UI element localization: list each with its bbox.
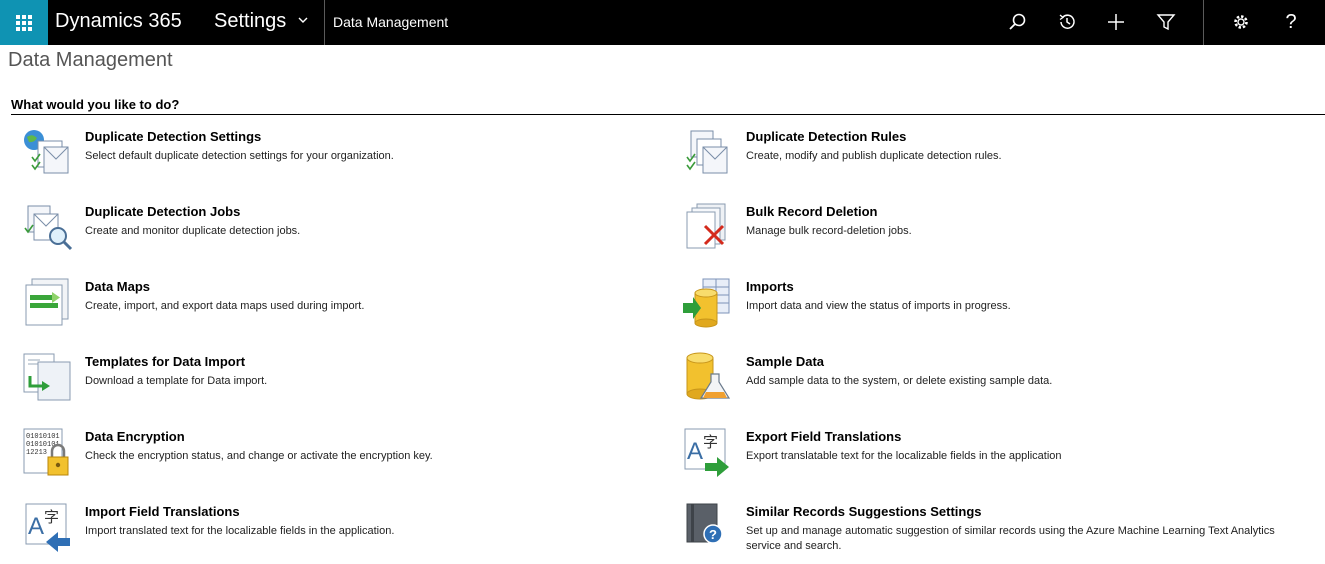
area-switcher[interactable]: Settings <box>214 0 286 45</box>
help-icon[interactable]: ? <box>1279 10 1303 34</box>
tile-description: Export translatable text for the localiz… <box>746 450 1062 462</box>
tile-title[interactable]: Templates for Data Import <box>85 354 245 369</box>
top-nav-bar: Dynamics 365 Settings Data Management ? <box>0 0 1325 45</box>
tile-description: Create, modify and publish duplicate det… <box>746 150 1002 162</box>
duplicate-detection-jobs-icon <box>24 205 73 251</box>
tile-title[interactable]: Export Field Translations <box>746 429 901 444</box>
tile-description: Set up and manage automatic suggestion o… <box>746 525 1275 552</box>
tile-export-field-translations[interactable]: A 字 Export Field Translations Export tra… <box>683 427 1313 479</box>
templates-icon <box>23 353 71 401</box>
sample-data-icon <box>686 352 731 400</box>
similar-records-glyph: ? <box>709 527 717 542</box>
tile-description: Create and monitor duplicate detection j… <box>85 225 301 237</box>
tile-title[interactable]: Duplicate Detection Settings <box>85 129 261 144</box>
import-translations-icon: A 字 <box>25 503 70 552</box>
filter-icon[interactable] <box>1154 10 1178 34</box>
tile-duplicate-detection-jobs[interactable]: Duplicate Detection Jobs Create and moni… <box>22 202 662 254</box>
translation-glyph-cjk: 字 <box>703 433 718 451</box>
translation-glyph-cjk: 字 <box>44 508 59 526</box>
tile-description: Select default duplicate detection setti… <box>85 150 394 162</box>
help-glyph: ? <box>1285 11 1297 33</box>
duplicate-detection-rules-icon <box>686 130 728 174</box>
export-translations-icon: A 字 <box>684 428 729 477</box>
add-icon[interactable] <box>1104 10 1128 34</box>
bulk-record-deletion-icon <box>686 203 726 249</box>
imports-icon <box>683 278 730 328</box>
tile-title[interactable]: Bulk Record Deletion <box>746 204 877 219</box>
nav-divider <box>1203 0 1204 45</box>
tile-description: Create, import, and export data maps use… <box>85 300 365 312</box>
tile-similar-records-suggestions-settings[interactable]: ? Similar Records Suggestions Settings S… <box>683 502 1313 558</box>
tile-duplicate-detection-rules[interactable]: Duplicate Detection Rules Create, modify… <box>683 127 1313 179</box>
app-title[interactable]: Dynamics 365 <box>55 0 182 45</box>
tile-description: Import translated text for the localizab… <box>85 525 395 537</box>
tile-title[interactable]: Imports <box>746 279 794 294</box>
gear-icon[interactable] <box>1229 10 1253 34</box>
section-heading: What would you like to do? <box>11 97 180 112</box>
tile-title[interactable]: Data Maps <box>85 279 150 294</box>
tile-title[interactable]: Similar Records Suggestions Settings <box>746 504 982 519</box>
tile-description: Add sample data to the system, or delete… <box>746 375 1053 387</box>
tile-description: Download a template for Data import. <box>85 375 268 387</box>
tile-bulk-record-deletion[interactable]: Bulk Record Deletion Manage bulk record-… <box>683 202 1313 254</box>
nav-divider <box>324 0 325 45</box>
page-title: Data Management <box>8 49 173 71</box>
tile-title[interactable]: Duplicate Detection Rules <box>746 129 906 144</box>
tile-title[interactable]: Sample Data <box>746 354 824 369</box>
tile-description: Check the encryption status, and change … <box>85 450 433 462</box>
tile-sample-data[interactable]: Sample Data Add sample data to the syste… <box>683 352 1313 404</box>
tile-import-field-translations[interactable]: A 字 Import Field Translations Import tra… <box>22 502 662 554</box>
tile-title[interactable]: Data Encryption <box>85 429 185 444</box>
section-divider <box>11 114 1325 115</box>
recent-icon[interactable] <box>1055 10 1079 34</box>
data-maps-icon <box>25 278 69 326</box>
tile-duplicate-detection-settings[interactable]: Duplicate Detection Settings Select defa… <box>22 127 662 179</box>
tile-title[interactable]: Duplicate Detection Jobs <box>85 204 240 219</box>
tile-description: Import data and view the status of impor… <box>746 300 1011 312</box>
app-launcher-button[interactable] <box>0 0 48 45</box>
search-icon[interactable] <box>1005 10 1029 34</box>
similar-records-icon: ? <box>686 503 723 544</box>
tile-data-maps[interactable]: Data Maps Create, import, and export dat… <box>22 277 662 329</box>
translation-glyph-latin: A <box>28 513 44 540</box>
tile-description: Manage bulk record-deletion jobs. <box>746 225 912 237</box>
tile-title[interactable]: Import Field Translations <box>85 504 240 519</box>
tile-templates-for-data-import[interactable]: Templates for Data Import Download a tem… <box>22 352 662 404</box>
duplicate-detection-settings-icon <box>24 130 69 174</box>
breadcrumb[interactable]: Data Management <box>333 0 448 45</box>
tile-data-encryption[interactable]: 01010101 01010101 12213 Data Encryption … <box>22 427 662 479</box>
encryption-binary-line: 01010101 <box>26 433 60 441</box>
chevron-down-icon[interactable] <box>297 14 309 26</box>
tile-imports[interactable]: Imports Import data and view the status … <box>683 277 1313 329</box>
translation-glyph-latin: A <box>687 438 703 465</box>
data-encryption-icon: 01010101 01010101 12213 <box>23 428 69 476</box>
waffle-icon <box>16 14 32 31</box>
encryption-binary-line: 12213 <box>26 449 47 457</box>
